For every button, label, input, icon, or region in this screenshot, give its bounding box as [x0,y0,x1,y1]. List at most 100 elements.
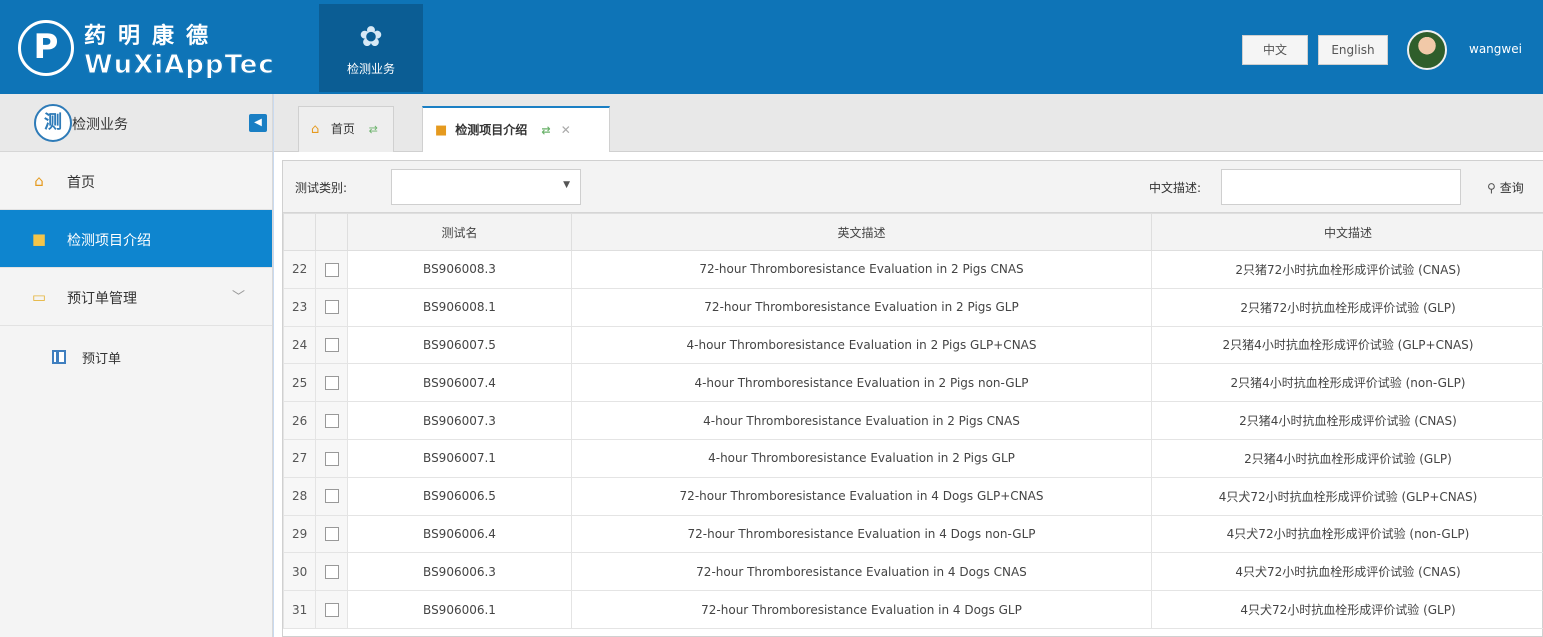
sidebar-item-preorder-management[interactable]: ▭ 预订单管理 ﹀ [0,268,272,326]
row-checkbox[interactable] [324,376,339,391]
search-button[interactable]: ⚲ 查询 [1487,179,1524,196]
row-checkbox-cell[interactable] [315,287,348,327]
row-checkbox-cell[interactable] [315,438,348,478]
row-number: 30 [283,552,316,592]
row-checkbox[interactable] [324,300,339,315]
test-type-select[interactable]: ▼ [391,169,581,205]
row-checkbox[interactable] [324,565,339,580]
testing-badge-icon: 测 [34,104,72,142]
header-en-desc[interactable]: 英文描述 [571,213,1152,251]
sidebar-item-home[interactable]: ⌂ 首页 [0,152,272,210]
row-checkbox[interactable] [324,489,339,504]
row-checkbox-cell[interactable] [315,250,348,289]
tab-test-intro[interactable]: ■ 检测项目介绍 ⇄ ✕ [422,106,610,152]
sidebar-item-label: 检测项目介绍 [67,233,151,249]
test-code: BS906007.3 [347,401,572,440]
row-checkbox[interactable] [324,602,339,617]
tab-home[interactable]: ⌂ 首页 ⇄ [298,106,394,152]
language-english-button[interactable]: English [1318,35,1388,65]
cn-desc: 4只犬72小时抗血栓形成评价试验 (GLP) [1151,590,1543,629]
cn-desc: 2只猪4小时抗血栓形成评价试验 (CNAS) [1151,401,1543,440]
row-checkbox-cell[interactable] [315,476,348,516]
row-number: 29 [283,514,316,554]
cn-desc: 2只猪4小时抗血栓形成评价试验 (GLP+CNAS) [1151,325,1543,365]
cn-desc: 2只猪72小时抗血栓形成评价试验 (CNAS) [1151,250,1543,289]
home-icon: ⌂ [311,122,320,137]
top-header: P 药明康德 WuXiAppTec ✿ 检测业务 中文 English wang… [0,0,1543,94]
sidebar-title: 检测业务 [72,117,128,133]
en-desc: 4-hour Thromboresistance Evaluation in 2… [571,325,1152,365]
en-desc: 72-hour Thromboresistance Evaluation in … [571,514,1152,554]
cn-desc: 2只猪72小时抗血栓形成评价试验 (GLP) [1151,287,1543,327]
en-desc: 72-hour Thromboresistance Evaluation in … [571,552,1152,592]
row-checkbox-cell[interactable] [315,590,348,629]
company-logo[interactable]: P 药明康德 WuXiAppTec [18,14,278,84]
row-checkbox[interactable] [324,413,339,428]
main-content: 测试类别: ▼ 中文描述: ⚲ 查询 测试名 英文描述 中文描述 22 BS90… [274,152,1543,637]
refresh-icon[interactable]: ⇄ [541,124,550,137]
cn-desc: 2只猪4小时抗血栓形成评价试验 (non-GLP) [1151,363,1543,403]
test-code: BS906006.3 [347,552,572,592]
row-checkbox[interactable] [324,338,339,353]
logo-en-text: WuXiAppTec [84,50,275,81]
testing-business-icon: ✿ [359,20,383,53]
row-checkbox-cell[interactable] [315,401,348,440]
cn-desc-input[interactable] [1221,169,1461,205]
header-cn-desc[interactable]: 中文描述 [1151,213,1543,251]
monitor-icon: ▭ [31,288,47,306]
row-number: 28 [283,476,316,516]
logo-mark-icon: P [18,20,74,76]
header-test-name[interactable]: 测试名 [347,213,572,251]
search-label: 查询 [1499,181,1524,195]
sidebar-item-test-intro[interactable]: ■ 检测项目介绍 [0,210,272,268]
table-row[interactable]: 25 BS906007.4 4-hour Thromboresistance Eva… [283,363,1543,403]
test-code: BS906006.5 [347,476,572,516]
table-row[interactable]: 30 BS906006.3 72-hour Thromboresistance Ev… [283,552,1543,592]
row-number: 31 [283,590,316,629]
table-body: 22 BS906008.3 72-hour Thromboresistance Ev… [283,250,1543,629]
refresh-icon[interactable]: ⇄ [369,123,378,136]
table-row[interactable]: 28 BS906006.5 72-hour Thromboresistance Ev… [283,476,1543,516]
table-row[interactable]: 24 BS906007.5 4-hour Thromboresistance Eva… [283,325,1543,365]
search-icon: ⚲ [1487,181,1496,195]
row-checkbox[interactable] [324,262,339,277]
topnav-testing-business[interactable]: ✿ 检测业务 [319,4,423,92]
row-number: 24 [283,325,316,365]
table-row[interactable]: 23 BS906008.1 72-hour Thromboresistance Ev… [283,287,1543,327]
en-desc: 72-hour Thromboresistance Evaluation in … [571,590,1152,629]
user-avatar[interactable] [1407,30,1447,70]
test-code: BS906007.4 [347,363,572,403]
sidebar-header: 测 检测业务 ◀ [0,94,272,152]
language-chinese-button[interactable]: 中文 [1242,35,1308,65]
row-checkbox[interactable] [324,451,339,466]
table-row[interactable]: 31 BS906006.1 72-hour Thromboresistance Ev… [283,590,1543,629]
collapse-sidebar-icon[interactable]: ◀ [249,114,267,132]
close-icon[interactable]: ✕ [561,123,571,137]
cn-desc: 4只犬72小时抗血栓形成评价试验 (GLP+CNAS) [1151,476,1543,516]
table-header-row: 测试名 英文描述 中文描述 [283,213,1543,251]
table-row[interactable]: 29 BS906006.4 72-hour Thromboresistance Ev… [283,514,1543,554]
row-number: 27 [283,438,316,478]
row-checkbox-cell[interactable] [315,552,348,592]
test-code: BS906006.4 [347,514,572,554]
table-row[interactable]: 27 BS906007.1 4-hour Thromboresistance Eva… [283,438,1543,478]
sidebar-item-label: 首页 [67,175,95,191]
row-checkbox-cell[interactable] [315,325,348,365]
folder-icon: ■ [31,230,47,248]
row-number: 23 [283,287,316,327]
en-desc: 4-hour Thromboresistance Evaluation in 2… [571,363,1152,403]
logo-cn-text: 药明康德 [84,23,221,49]
tab-label: 首页 [330,122,355,136]
username[interactable]: wangwei [1469,42,1522,56]
folder-icon: ■ [435,123,448,138]
row-checkbox[interactable] [324,527,339,542]
sidebar-subitem-preorder[interactable]: 预订单 [0,326,272,388]
row-checkbox-cell[interactable] [315,514,348,554]
row-checkbox-cell[interactable] [315,363,348,403]
topnav-label: 检测业务 [346,62,395,76]
table-row[interactable]: 22 BS906008.3 72-hour Thromboresistance Ev… [283,250,1543,289]
table-row[interactable]: 26 BS906007.3 4-hour Thromboresistance Eva… [283,401,1543,440]
list-icon [52,350,66,364]
cn-desc: 4只犬72小时抗血栓形成评价试验 (non-GLP) [1151,514,1543,554]
row-number: 25 [283,363,316,403]
